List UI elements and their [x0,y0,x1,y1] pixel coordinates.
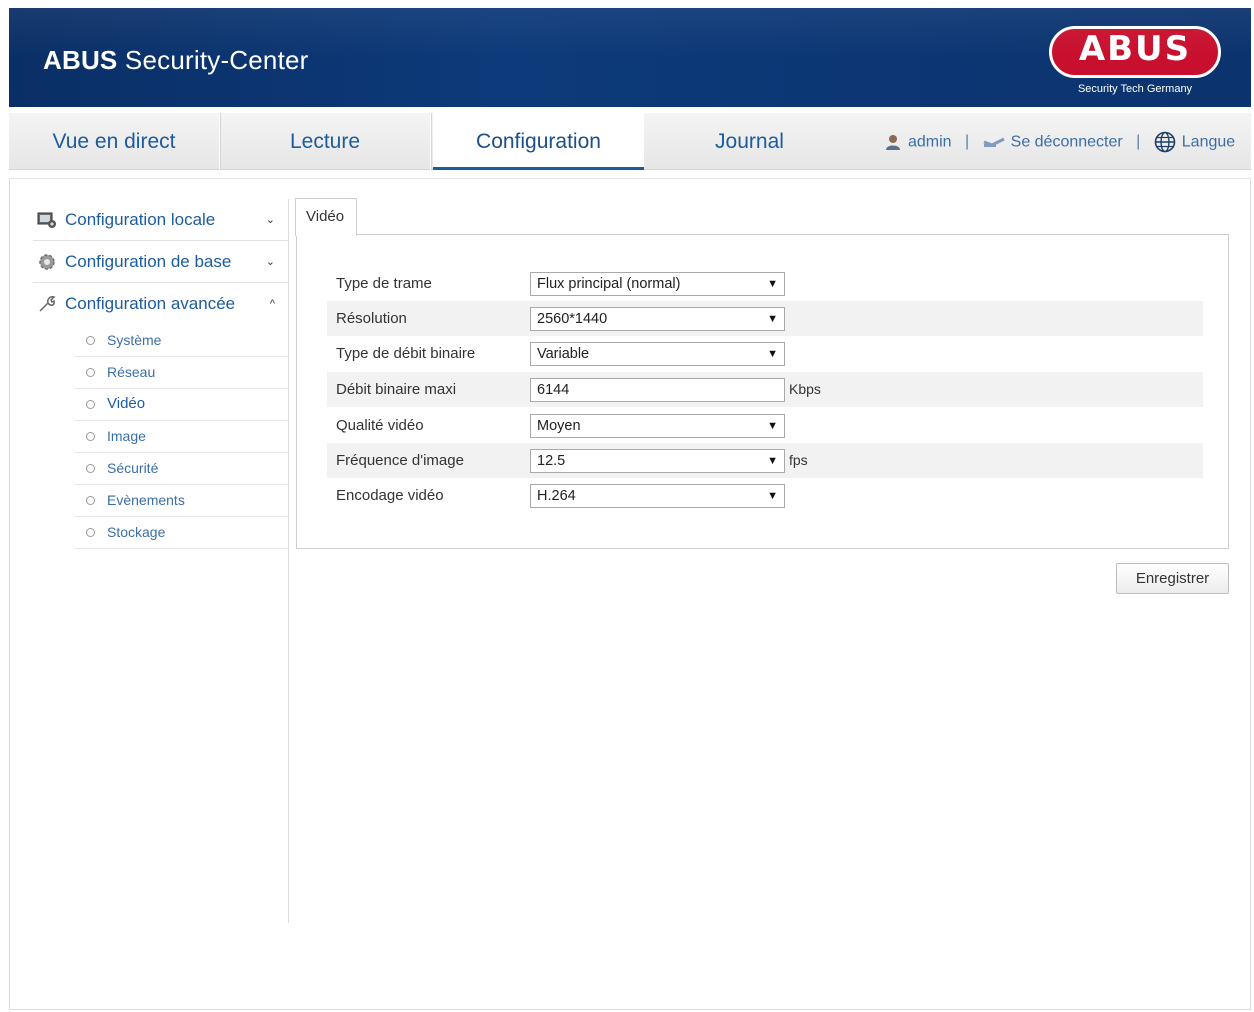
advanced-config-submenu: Système Réseau Vidéo Image Sécurité Evèn… [75,325,288,549]
logout-icon [983,137,1005,147]
chevron-down-icon: ⌄ [265,256,275,268]
tab-live-view[interactable]: Vue en direct [9,113,220,170]
video-quality-select[interactable]: Moyen ▼ [530,414,785,438]
sidebar-group-basic-config[interactable]: Configuration de base ⌄ [33,241,288,283]
frame-rate-select[interactable]: 12.5 ▼ [530,449,785,473]
max-bitrate-input[interactable]: 6144 [530,378,785,402]
video-settings-panel: Type de trame Flux principal (normal) ▼ R… [296,234,1229,549]
save-button[interactable]: Enregistrer [1116,563,1229,594]
dropdown-arrow-icon: ▼ [767,455,778,467]
app-title: ABUS Security-Center [43,45,309,75]
logout-link[interactable]: Se déconnecter [983,133,1128,150]
row-bitrate-type: Type de débit binaire Variable ▼ [327,336,1203,371]
sidebar-group-advanced-config[interactable]: Configuration avancée ^ [33,283,288,325]
globe-icon [1154,131,1176,153]
user-area: admin | Se déconnecter | Langue [884,113,1235,170]
stream-type-select[interactable]: Flux principal (normal) ▼ [530,272,785,296]
dropdown-arrow-icon: ▼ [767,490,778,502]
bullet-icon [86,400,95,409]
dropdown-arrow-icon: ▼ [767,313,778,325]
tab-playback[interactable]: Lecture [220,113,431,170]
frame-rate-unit: fps [789,452,808,468]
sidebar-item-events[interactable]: Evènements [75,485,288,517]
row-video-quality: Qualité vidéo Moyen ▼ [327,408,1203,443]
sidebar: Configuration locale ⌄ Configuration de … [33,199,288,549]
row-frame-rate: Fréquence d'image 12.5 ▼ fps [327,443,1203,478]
sidebar-item-image[interactable]: Image [75,421,288,453]
sidebar-divider [288,199,289,923]
bullet-icon [86,368,95,377]
logo-badge [1049,26,1221,78]
video-encoding-select[interactable]: H.264 ▼ [530,484,785,508]
chevron-down-icon: ⌄ [265,214,275,226]
bullet-icon [86,336,95,345]
max-bitrate-unit: Kbps [789,381,821,397]
dropdown-arrow-icon: ▼ [767,348,778,360]
resolution-select[interactable]: 2560*1440 ▼ [530,307,785,331]
dropdown-arrow-icon: ▼ [767,278,778,290]
app-header: ABUS Security-Center ABUS Security Tech … [9,8,1251,107]
main-nav: Vue en direct Lecture Configuration Jour… [9,113,1251,170]
row-resolution: Résolution 2560*1440 ▼ [327,301,1203,336]
wrench-icon [39,296,56,312]
user-icon [886,134,900,150]
sidebar-item-video[interactable]: Vidéo [75,389,288,421]
sidebar-group-local-config[interactable]: Configuration locale ⌄ [33,199,288,241]
bullet-icon [86,528,95,537]
bullet-icon [86,496,95,505]
sidebar-item-network[interactable]: Réseau [75,357,288,389]
abus-logo: ABUS Security Tech Germany [1049,26,1221,98]
gear-icon [39,254,55,270]
sidebar-item-system[interactable]: Système [75,325,288,357]
row-stream-type: Type de trame Flux principal (normal) ▼ [327,266,1203,301]
local-config-icon [37,212,56,228]
tab-configuration[interactable]: Configuration [433,113,644,170]
sidebar-item-security[interactable]: Sécurité [75,453,288,485]
bullet-icon [86,432,95,441]
user-link[interactable]: admin [884,133,956,150]
chevron-up-icon: ^ [269,298,275,310]
language-link[interactable]: Langue [1154,131,1235,153]
dropdown-arrow-icon: ▼ [767,420,778,432]
tab-video[interactable]: Vidéo [295,198,357,236]
row-video-encoding: Encodage vidéo H.264 ▼ [327,478,1203,513]
tab-log[interactable]: Journal [644,113,855,170]
bitrate-type-select[interactable]: Variable ▼ [530,342,785,366]
sidebar-item-storage[interactable]: Stockage [75,517,288,549]
bullet-icon [86,464,95,473]
row-max-bitrate: Débit binaire maxi 6144 Kbps [327,372,1203,407]
